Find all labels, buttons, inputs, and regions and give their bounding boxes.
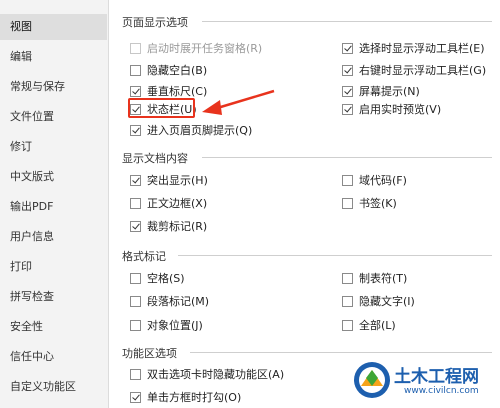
civil-engineering-logo-icon — [354, 362, 390, 398]
watermark-url: www.civilcn.com — [404, 386, 479, 396]
watermark-title: 土木工程网 — [394, 367, 479, 387]
annotation-arrow-icon — [202, 89, 275, 115]
watermark: 土木工程网 www.civilcn.com — [352, 356, 498, 406]
